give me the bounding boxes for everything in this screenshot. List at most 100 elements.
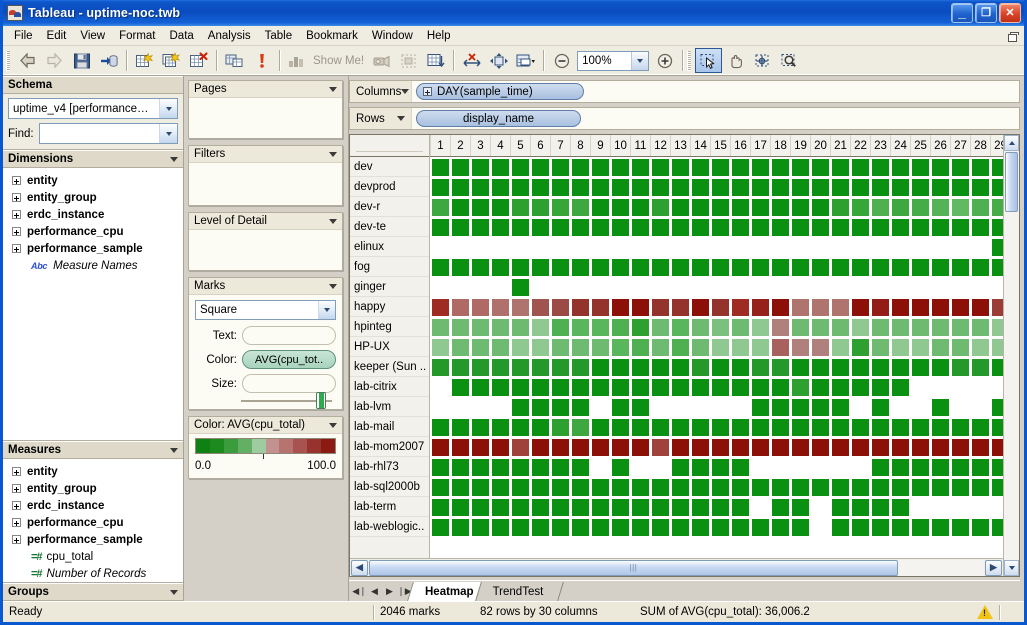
heatmap-cell[interactable] [950, 297, 970, 317]
heatmap-cell[interactable] [470, 197, 490, 217]
text-encoding-slot[interactable] [242, 326, 336, 345]
new-worksheet-button[interactable] [131, 48, 158, 73]
expand-icon[interactable] [12, 484, 21, 493]
heatmap-cell[interactable] [590, 257, 610, 277]
heatmap-cell[interactable] [970, 457, 990, 477]
heatmap-cell[interactable] [730, 177, 750, 197]
heatmap-cell[interactable] [830, 477, 850, 497]
heatmap-cell[interactable] [890, 497, 910, 517]
menu-data[interactable]: Data [163, 28, 201, 44]
heatmap-cell[interactable] [830, 177, 850, 197]
heatmap-cell[interactable] [850, 417, 870, 437]
heatmap-cell[interactable] [430, 477, 450, 497]
pan-tool-button[interactable] [722, 48, 749, 73]
heatmap-cell[interactable] [950, 437, 970, 457]
heatmap-cell[interactable] [530, 257, 550, 277]
heatmap-cell[interactable] [510, 337, 530, 357]
row-header[interactable]: lab-weblogic.. [350, 517, 429, 537]
heatmap-cell[interactable] [530, 377, 550, 397]
heatmap-cell[interactable] [750, 477, 770, 497]
columns-shelf[interactable]: Columns DAY(sample_time) [349, 80, 1020, 103]
heatmap-cell[interactable] [730, 337, 750, 357]
heatmap-cell[interactable] [630, 457, 650, 477]
menu-view[interactable]: View [73, 28, 112, 44]
mark-type-combo[interactable]: Square [195, 300, 336, 320]
expand-icon[interactable] [12, 210, 21, 219]
heatmap-cell[interactable] [490, 437, 510, 457]
heatmap-cell[interactable] [750, 337, 770, 357]
heatmap-cell[interactable] [610, 377, 630, 397]
row-header[interactable]: happy [350, 297, 429, 317]
zoom-level-dropdown-arrow[interactable] [631, 51, 649, 70]
clear-sheet-button[interactable] [185, 48, 212, 73]
heatmap-cell[interactable] [770, 297, 790, 317]
expand-icon[interactable] [12, 467, 21, 476]
heatmap-cell[interactable] [950, 337, 970, 357]
heatmap-cell[interactable] [650, 337, 670, 357]
heatmap-cell[interactable] [790, 377, 810, 397]
heatmap-cell[interactable] [550, 337, 570, 357]
heatmap-cell[interactable] [710, 237, 730, 257]
heatmap-cell[interactable] [530, 277, 550, 297]
heatmap-cell[interactable] [730, 457, 750, 477]
heatmap-cell[interactable] [810, 297, 830, 317]
heatmap-cell[interactable] [870, 157, 890, 177]
heatmap-cell[interactable] [530, 237, 550, 257]
column-header[interactable]: 12 [650, 135, 670, 156]
heatmap-cell[interactable] [690, 237, 710, 257]
heatmap-cell[interactable] [530, 157, 550, 177]
heatmap-cell[interactable] [850, 197, 870, 217]
heatmap-cell[interactable] [570, 457, 590, 477]
heatmap-cell[interactable] [490, 477, 510, 497]
column-header[interactable]: 22 [850, 135, 870, 156]
heatmap-cell[interactable] [810, 157, 830, 177]
heatmap-cell[interactable] [470, 417, 490, 437]
heatmap-cell[interactable] [810, 317, 830, 337]
heatmap-cell[interactable] [530, 357, 550, 377]
heatmap-cell[interactable] [470, 157, 490, 177]
heatmap-cell[interactable] [530, 477, 550, 497]
heatmap-cell[interactable] [570, 377, 590, 397]
heatmap-cell[interactable] [590, 297, 610, 317]
heatmap-cell[interactable] [790, 157, 810, 177]
heatmap-cell[interactable] [930, 297, 950, 317]
heatmap-cell[interactable] [650, 377, 670, 397]
heatmap-cell[interactable] [910, 177, 930, 197]
scroll-right-button[interactable]: ▶ [985, 559, 1002, 576]
heatmap-cell[interactable] [510, 417, 530, 437]
heatmap-cell[interactable] [870, 517, 890, 537]
heatmap-cell[interactable] [850, 297, 870, 317]
heatmap-cell[interactable] [690, 157, 710, 177]
heatmap-cell[interactable] [930, 177, 950, 197]
heatmap-cell[interactable] [470, 337, 490, 357]
heatmap-cell[interactable] [790, 397, 810, 417]
heatmap-cell[interactable] [970, 377, 990, 397]
heatmap-cell[interactable] [690, 477, 710, 497]
heatmap-cell[interactable] [690, 177, 710, 197]
heatmap-cell[interactable] [770, 437, 790, 457]
heatmap-cell[interactable] [990, 317, 1003, 337]
heatmap-cell[interactable] [910, 217, 930, 237]
expand-icon[interactable] [12, 518, 21, 527]
horizontal-scrollbar[interactable]: ◀ ||| ▶ [350, 558, 1003, 576]
heatmap-cell[interactable] [750, 317, 770, 337]
heatmap-cell[interactable] [490, 157, 510, 177]
toolbar-grip-2[interactable] [687, 50, 692, 71]
heatmap-cell[interactable] [450, 277, 470, 297]
heatmap-cell[interactable] [510, 217, 530, 237]
row-header[interactable]: dev-r [350, 197, 429, 217]
heatmap-cell[interactable] [970, 337, 990, 357]
heatmap-cell[interactable] [490, 457, 510, 477]
heatmap-cell[interactable] [650, 237, 670, 257]
row-header[interactable]: lab-mail [350, 417, 429, 437]
heatmap-cell[interactable] [550, 357, 570, 377]
heatmap-cell[interactable] [630, 477, 650, 497]
heatmap-cell[interactable] [870, 237, 890, 257]
heatmap-cell[interactable] [950, 417, 970, 437]
heatmap-cell[interactable] [710, 157, 730, 177]
heatmap-cell[interactable] [950, 457, 970, 477]
heatmap-cell[interactable] [850, 217, 870, 237]
fit-options-button[interactable] [512, 48, 539, 73]
menu-file[interactable]: File [7, 28, 40, 44]
heatmap-cell[interactable] [510, 237, 530, 257]
